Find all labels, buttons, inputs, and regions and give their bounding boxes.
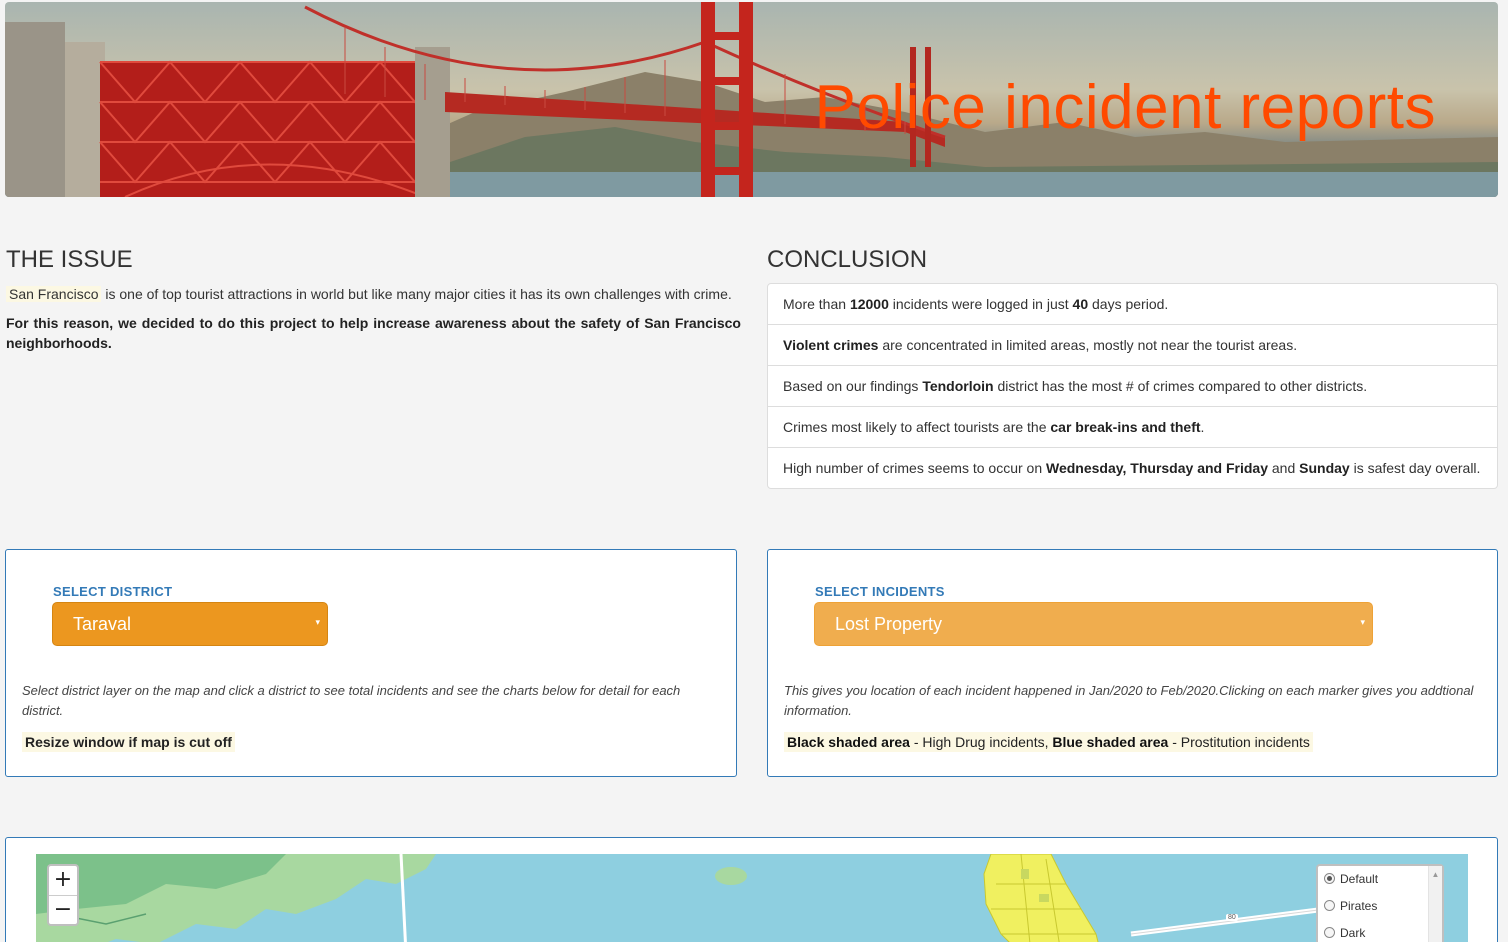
incident-note: This gives you location of each incident… xyxy=(784,683,1474,718)
select-district-label: SELECT DISTRICT xyxy=(53,584,173,599)
district-select-value: Taraval xyxy=(73,614,132,634)
incident-map[interactable]: 80 80 + − Default Pirates Dark ▲ xyxy=(36,854,1468,942)
caret-down-icon: ▾ xyxy=(1360,617,1365,627)
radio-unchecked-icon[interactable] xyxy=(1324,927,1335,938)
shaded-area-legend: Black shaded area - High Drug incidents,… xyxy=(784,732,1313,752)
header-banner: Police incident reports xyxy=(5,2,1498,197)
map-panel: 80 80 + − Default Pirates Dark ▲ xyxy=(5,837,1498,942)
list-item: High number of crimes seems to occur on … xyxy=(768,447,1497,488)
resize-warning: Resize window if map is cut off xyxy=(22,732,235,752)
district-select[interactable]: Taraval ▾ xyxy=(52,602,328,646)
issue-heading: THE ISSUE xyxy=(6,246,133,273)
issue-bold-text: For this reason, we decided to do this p… xyxy=(6,315,741,351)
map-tiles xyxy=(36,854,1327,942)
issue-text: San Francisco is one of top tourist attr… xyxy=(6,284,741,304)
layer-option-default[interactable]: Default xyxy=(1324,872,1442,899)
incident-select[interactable]: Lost Property ▾ xyxy=(814,602,1373,646)
zoom-out-button[interactable]: − xyxy=(49,895,77,924)
list-item: Based on our findings Tendorloin distric… xyxy=(768,365,1497,406)
list-item: Crimes most likely to affect tourists ar… xyxy=(768,406,1497,447)
zoom-control: + − xyxy=(47,864,79,926)
layer-scrollbar[interactable]: ▲ xyxy=(1428,866,1442,942)
san-francisco-highlight: San Francisco xyxy=(6,286,102,302)
caret-down-icon: ▾ xyxy=(315,617,320,627)
select-incidents-label: SELECT INCIDENTS xyxy=(815,584,945,599)
scroll-up-icon[interactable]: ▲ xyxy=(1432,870,1440,879)
radio-checked-icon[interactable] xyxy=(1324,873,1335,884)
conclusion-list: More than 12000 incidents were logged in… xyxy=(767,283,1498,489)
highway-shield-80: 80 xyxy=(1226,914,1238,921)
district-note: Select district layer on the map and cli… xyxy=(22,683,681,718)
incident-panel: SELECT INCIDENTS Lost Property ▾ This gi… xyxy=(767,549,1498,777)
issue-text-body: is one of top tourist attractions in wor… xyxy=(101,286,732,302)
zoom-in-button[interactable]: + xyxy=(49,866,77,895)
radio-unchecked-icon[interactable] xyxy=(1324,900,1335,911)
layer-option-pirates[interactable]: Pirates xyxy=(1324,899,1442,926)
list-item: More than 12000 incidents were logged in… xyxy=(783,296,1169,312)
district-panel: SELECT DISTRICT Taraval ▾ Select distric… xyxy=(5,549,737,777)
conclusion-heading: CONCLUSION xyxy=(767,246,928,273)
list-item: Violent crimes are concentrated in limit… xyxy=(768,324,1497,365)
incident-select-value: Lost Property xyxy=(835,614,943,634)
layer-option-dark[interactable]: Dark xyxy=(1324,926,1442,942)
page-title: Police incident reports xyxy=(814,73,1436,142)
layer-control: Default Pirates Dark ▲ xyxy=(1316,864,1444,942)
